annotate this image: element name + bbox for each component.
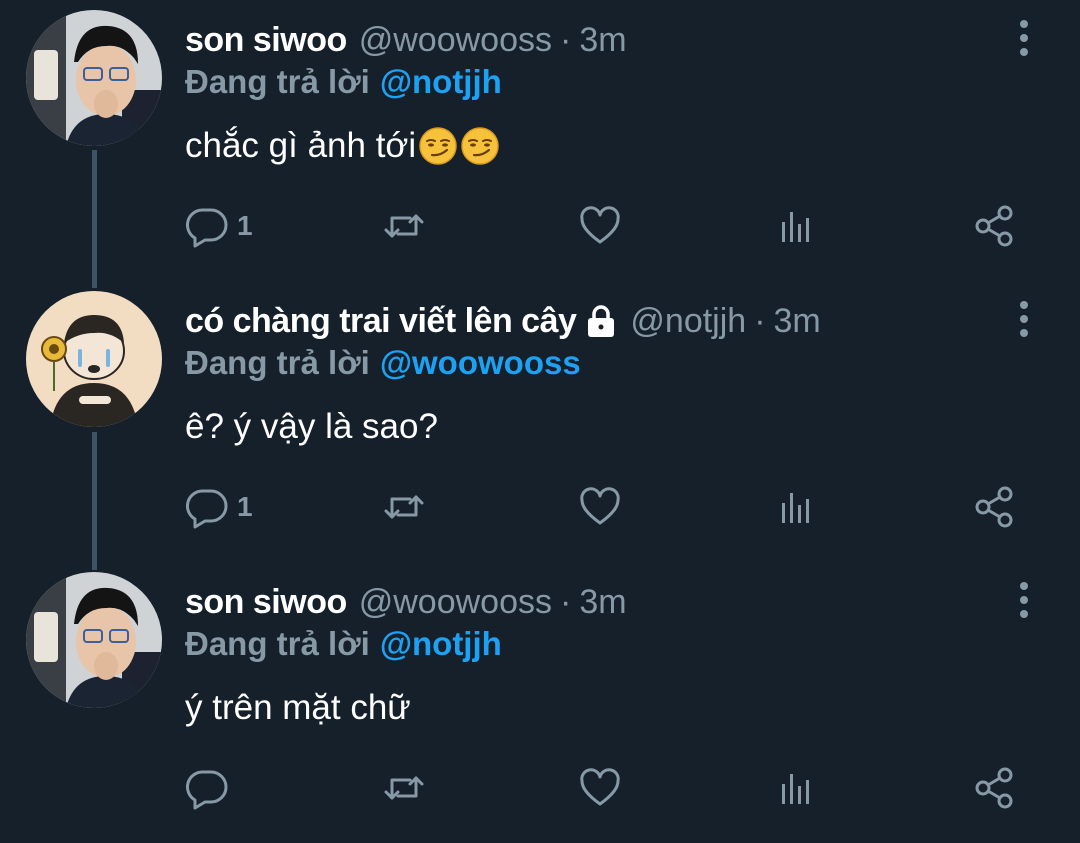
share-button[interactable] xyxy=(972,202,1016,250)
tweet-text-content: ê? ý vậy là sao? xyxy=(185,407,438,446)
reply-mention-link[interactable]: @notjjh xyxy=(380,63,502,100)
like-button[interactable] xyxy=(578,202,622,250)
more-vertical-icon[interactable] xyxy=(1010,580,1038,620)
more-vertical-icon[interactable] xyxy=(1010,299,1038,339)
display-name[interactable]: son siwoo xyxy=(185,583,347,622)
comment-icon xyxy=(185,208,228,248)
tweet-actions: 1 xyxy=(0,483,1080,531)
retweet-icon xyxy=(384,495,424,519)
heart-icon xyxy=(580,487,620,525)
display-name[interactable]: có chàng trai viết lên cây xyxy=(185,302,577,341)
retweet-button[interactable] xyxy=(382,764,426,812)
reply-count: 1 xyxy=(237,210,253,241)
user-handle[interactable]: @woowooss xyxy=(359,21,552,60)
separator: · xyxy=(560,20,572,59)
smirking-face-emoji xyxy=(419,127,457,165)
tweet[interactable]: son siwoo @woowooss · 3m Đang trả lời @no… xyxy=(0,0,1080,281)
retweet-button[interactable] xyxy=(382,483,426,531)
display-name[interactable]: son siwoo xyxy=(185,21,347,60)
timestamp[interactable]: 3m xyxy=(579,583,626,622)
tweet-text-content: ý trên mặt chữ xyxy=(185,688,411,727)
tweet-text-content: chắc gì ảnh tới xyxy=(185,126,417,165)
smirking-face-emoji xyxy=(461,127,499,165)
replying-to-label: Đang trả lời xyxy=(185,625,370,662)
share-button[interactable] xyxy=(972,764,1016,812)
lock-icon xyxy=(588,305,615,337)
more-vertical-icon[interactable] xyxy=(1010,18,1038,58)
tweet[interactable]: son siwoo @woowooss · 3m Đang trả lời @no… xyxy=(0,562,1080,843)
avatar[interactable] xyxy=(26,572,162,708)
tweet-actions: 1 xyxy=(0,202,1080,250)
analytics-icon xyxy=(782,493,809,523)
replying-to-label: Đang trả lời xyxy=(185,63,370,100)
retweet-icon xyxy=(384,214,424,238)
tweet-text: ê? ý vậy là sao? xyxy=(185,407,438,447)
reply-mention-link[interactable]: @notjjh xyxy=(380,625,502,662)
comment-icon xyxy=(185,770,228,810)
replying-to-label: Đang trả lời xyxy=(185,344,370,381)
timestamp[interactable]: 3m xyxy=(774,302,821,341)
analytics-button[interactable] xyxy=(774,483,818,531)
analytics-icon xyxy=(782,774,809,804)
reply-button[interactable]: 1 xyxy=(185,202,253,250)
reply-mention-link[interactable]: @woowooss xyxy=(380,344,581,381)
user-handle[interactable]: @woowooss xyxy=(359,583,552,622)
tweet-header: son siwoo @woowooss · 3m xyxy=(185,18,627,62)
tweet[interactable]: có chàng trai viết lên cây @notjjh · 3m … xyxy=(0,281,1080,562)
comment-icon xyxy=(185,489,228,529)
avatar[interactable] xyxy=(26,10,162,146)
share-button[interactable] xyxy=(972,483,1016,531)
share-icon xyxy=(975,767,1013,809)
reply-button[interactable]: 1 xyxy=(185,483,253,531)
analytics-icon xyxy=(782,212,809,242)
separator: · xyxy=(754,301,766,340)
tweet-header: có chàng trai viết lên cây @notjjh · 3m xyxy=(185,299,821,343)
tweet-text: chắc gì ảnh tới xyxy=(185,126,500,166)
avatar[interactable] xyxy=(26,291,162,427)
heart-icon xyxy=(580,768,620,806)
like-button[interactable] xyxy=(578,483,622,531)
heart-icon xyxy=(580,206,620,244)
replying-to: Đang trả lời @notjjh xyxy=(185,63,502,101)
user-handle[interactable]: @notjjh xyxy=(630,302,746,341)
share-icon xyxy=(975,486,1013,528)
replying-to: Đang trả lời @woowooss xyxy=(185,344,581,382)
reply-button[interactable] xyxy=(185,764,237,812)
retweet-button[interactable] xyxy=(382,202,426,250)
share-icon xyxy=(975,205,1013,247)
tweet-actions xyxy=(0,764,1080,812)
replying-to: Đang trả lời @notjjh xyxy=(185,625,502,663)
retweet-icon xyxy=(384,776,424,800)
like-button[interactable] xyxy=(578,764,622,812)
analytics-button[interactable] xyxy=(774,202,818,250)
separator: · xyxy=(560,582,572,621)
analytics-button[interactable] xyxy=(774,764,818,812)
reply-count: 1 xyxy=(237,491,253,522)
tweet-header: son siwoo @woowooss · 3m xyxy=(185,580,627,624)
tweet-text: ý trên mặt chữ xyxy=(185,688,411,728)
timestamp[interactable]: 3m xyxy=(579,21,626,60)
